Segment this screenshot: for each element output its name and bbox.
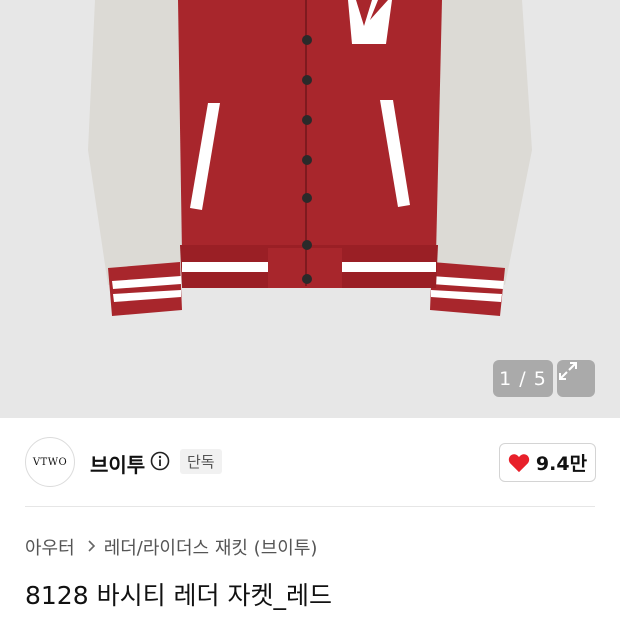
product-title: 8128 바시티 레더 자켓_레드 xyxy=(25,581,332,610)
brand-logo[interactable]: VTWO xyxy=(25,437,75,487)
like-button[interactable]: 9.4만 xyxy=(499,443,596,482)
right-cuff xyxy=(430,262,505,316)
brand-name[interactable]: 브이투 xyxy=(90,449,145,478)
letter-patch xyxy=(348,0,392,44)
image-counter: 1 / 5 xyxy=(493,360,553,397)
divider xyxy=(25,506,595,507)
expand-arrows-icon xyxy=(559,362,577,380)
chevron-right-icon xyxy=(87,537,96,558)
product-image-gallery[interactable]: 1 / 5 xyxy=(0,0,620,418)
like-count: 9.4만 xyxy=(535,453,588,475)
breadcrumb-item-outer[interactable]: 아우터 xyxy=(25,534,75,560)
breadcrumb-item-category[interactable]: 레더/라이더스 재킷 (브이투) xyxy=(104,534,318,560)
left-sleeve xyxy=(88,0,182,285)
left-cuff xyxy=(108,262,182,316)
heart-icon xyxy=(508,453,530,472)
product-image xyxy=(88,0,532,316)
breadcrumb: 아우터 레더/라이더스 재킷 (브이투) xyxy=(25,534,317,560)
exclusive-badge: 단독 xyxy=(180,449,222,474)
right-sleeve xyxy=(432,0,532,285)
info-circle-icon[interactable] xyxy=(150,451,170,471)
expand-icon[interactable] xyxy=(557,360,595,397)
